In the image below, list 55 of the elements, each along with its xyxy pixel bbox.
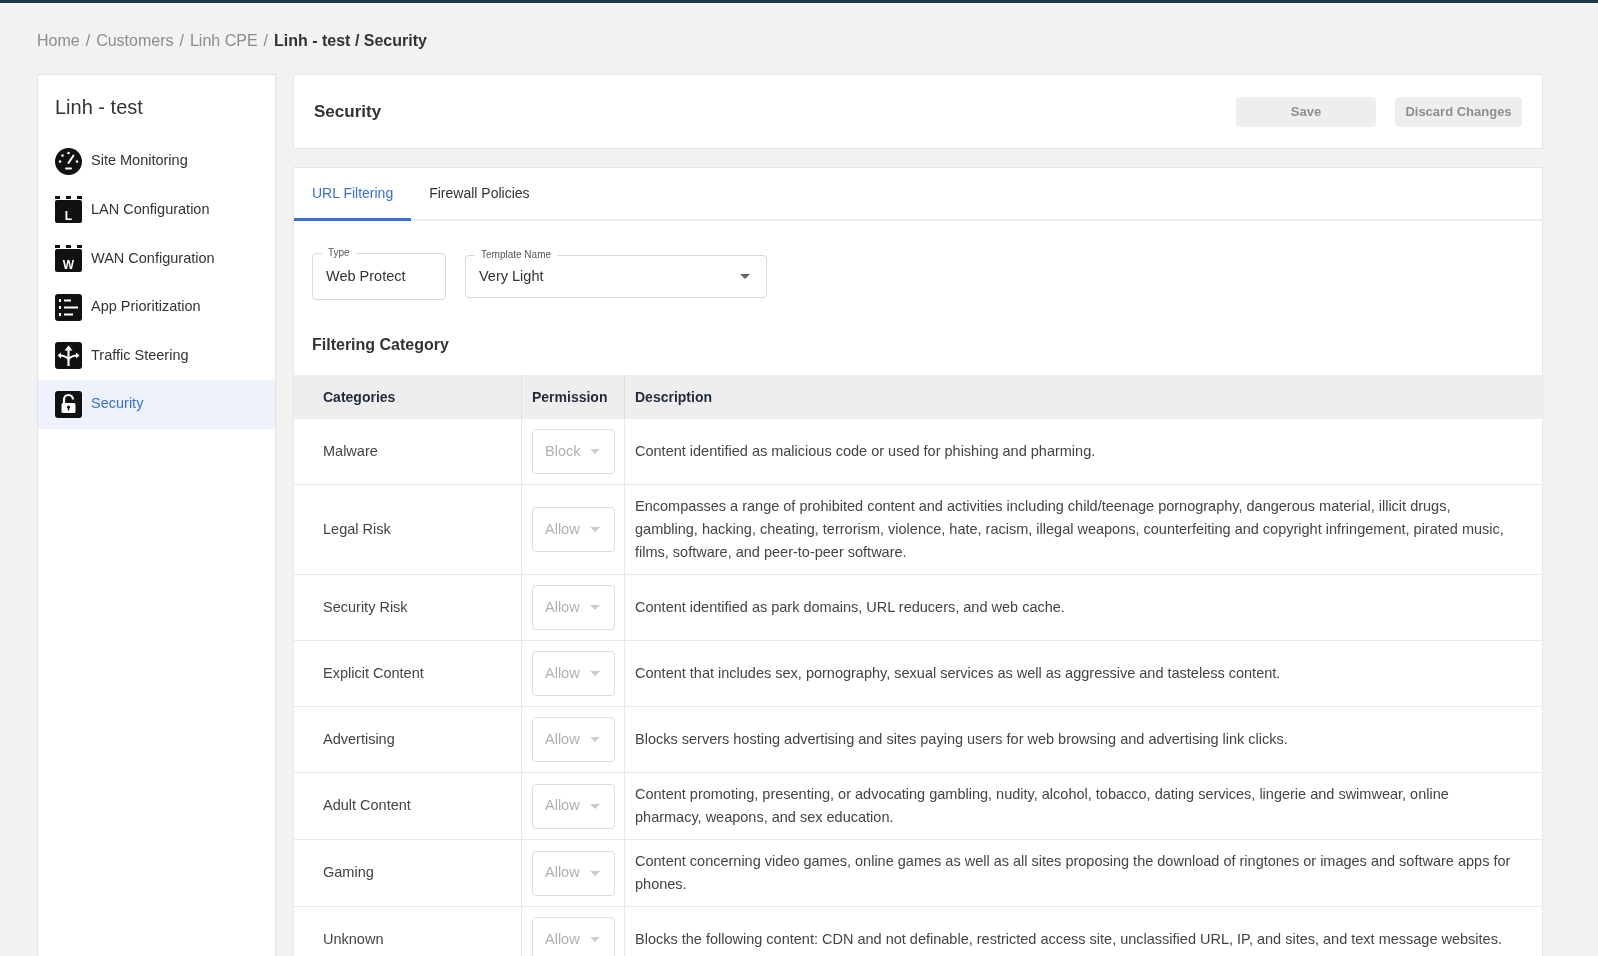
caret-down-icon (590, 671, 600, 676)
description-cell-text: Blocks servers hosting advertising and sites paying users for web browsing and advertising link clicks. (635, 730, 1288, 749)
category-cell-text: Explicit Content (322, 663, 425, 683)
field-value: Very Light (479, 266, 544, 286)
numbered-list-icon (55, 293, 82, 321)
description-cell-text: Blocks the following content: CDN and not definable, restricted access site, unclassified URL, IP, and sites, and text message websites. (635, 930, 1502, 949)
sidebar-item-label: LAN Configuration (91, 200, 210, 219)
breadcrumb-link[interactable]: Customers (96, 29, 174, 53)
sidebar-item[interactable]: Security (38, 379, 275, 429)
tab[interactable]: URL Filtering (294, 168, 412, 221)
breadcrumb-link[interactable]: Linh CPE (189, 29, 258, 53)
padlock-icon (55, 390, 82, 418)
category-cell-text: Gaming (322, 863, 375, 883)
caret-down-icon (590, 605, 600, 610)
description-cell-text: Encompasses a range of prohibited content and activities including child/teenage pornography, dangerous material, illicit drugs, gambling, hacking, cheating, terrorism, violence, hate, racism, illegal weapons, counterfeiting and copyright infringement, pirated music, films, software, and peer-to-peer software. (635, 497, 1505, 562)
caret-down-icon (590, 870, 600, 876)
section-title: Filtering Category (311, 335, 450, 355)
category-cell-text: Malware (322, 441, 379, 461)
breadcrumb-separator: / (85, 31, 91, 51)
description-cell-text: Content promoting, presenting, or advocating gambling, nudity, alcohol, tobacco, dating services, lingerie and swimwear, online pharmacy, weapons, and sex education. (635, 785, 1450, 827)
sidebar-item-label: App Prioritization (91, 297, 201, 317)
sidebar-title: Linh - test (54, 95, 144, 120)
tab[interactable]: Firewall Policies (411, 168, 548, 221)
category-cell-text: Advertising (322, 729, 396, 749)
caret-down-icon (590, 803, 600, 809)
breadcrumb-current: Linh - test / Security (274, 31, 427, 51)
gauge-icon (55, 147, 82, 175)
breadcrumb-separator: / (179, 31, 184, 51)
category-cell-text: Legal Risk (322, 519, 392, 539)
column-header: Description (624, 375, 1542, 419)
caret-down-icon (590, 737, 600, 742)
caret-down-icon (590, 937, 600, 942)
field-label: Template Name (475, 248, 558, 262)
caret-down-icon (590, 527, 600, 532)
caret-down-icon (590, 449, 600, 454)
breadcrumb-separator: / (263, 31, 268, 51)
caret-down-icon (740, 274, 750, 279)
category-cell-text: Unknown (322, 929, 385, 949)
description-cell-text: Content concerning video games, online games as well as all sites proposing the download of ringtones or images and software apps for phones. (635, 852, 1512, 894)
sidebar-item-label: Traffic Steering (91, 345, 189, 365)
category-cell-text: Adult Content (322, 796, 412, 816)
breadcrumb-link[interactable]: Home (37, 29, 80, 53)
description-cell-text: Content that includes sex, pornography, sexual services as well as aggressive and tasteless content. (635, 664, 1281, 683)
sidebar-item-label: Security (91, 394, 144, 414)
field-value: Web Protect (326, 266, 406, 286)
page-title: Security (314, 100, 382, 123)
description-cell-text: Content identified as malicious code or used for phishing and pharming. (635, 442, 1096, 461)
column-header: Permission (521, 375, 624, 419)
column-header: Categories (322, 387, 397, 407)
split-arrows-icon (55, 342, 82, 370)
field-label: Type (322, 246, 356, 260)
category-cell-text: Security Risk (322, 597, 409, 617)
sidebar-item-label: WAN Configuration (91, 248, 215, 268)
sidebar-item-label: Site Monitoring (91, 151, 188, 171)
description-cell-text: Content identified as park domains, URL reducers, and web cache. (635, 598, 1065, 617)
